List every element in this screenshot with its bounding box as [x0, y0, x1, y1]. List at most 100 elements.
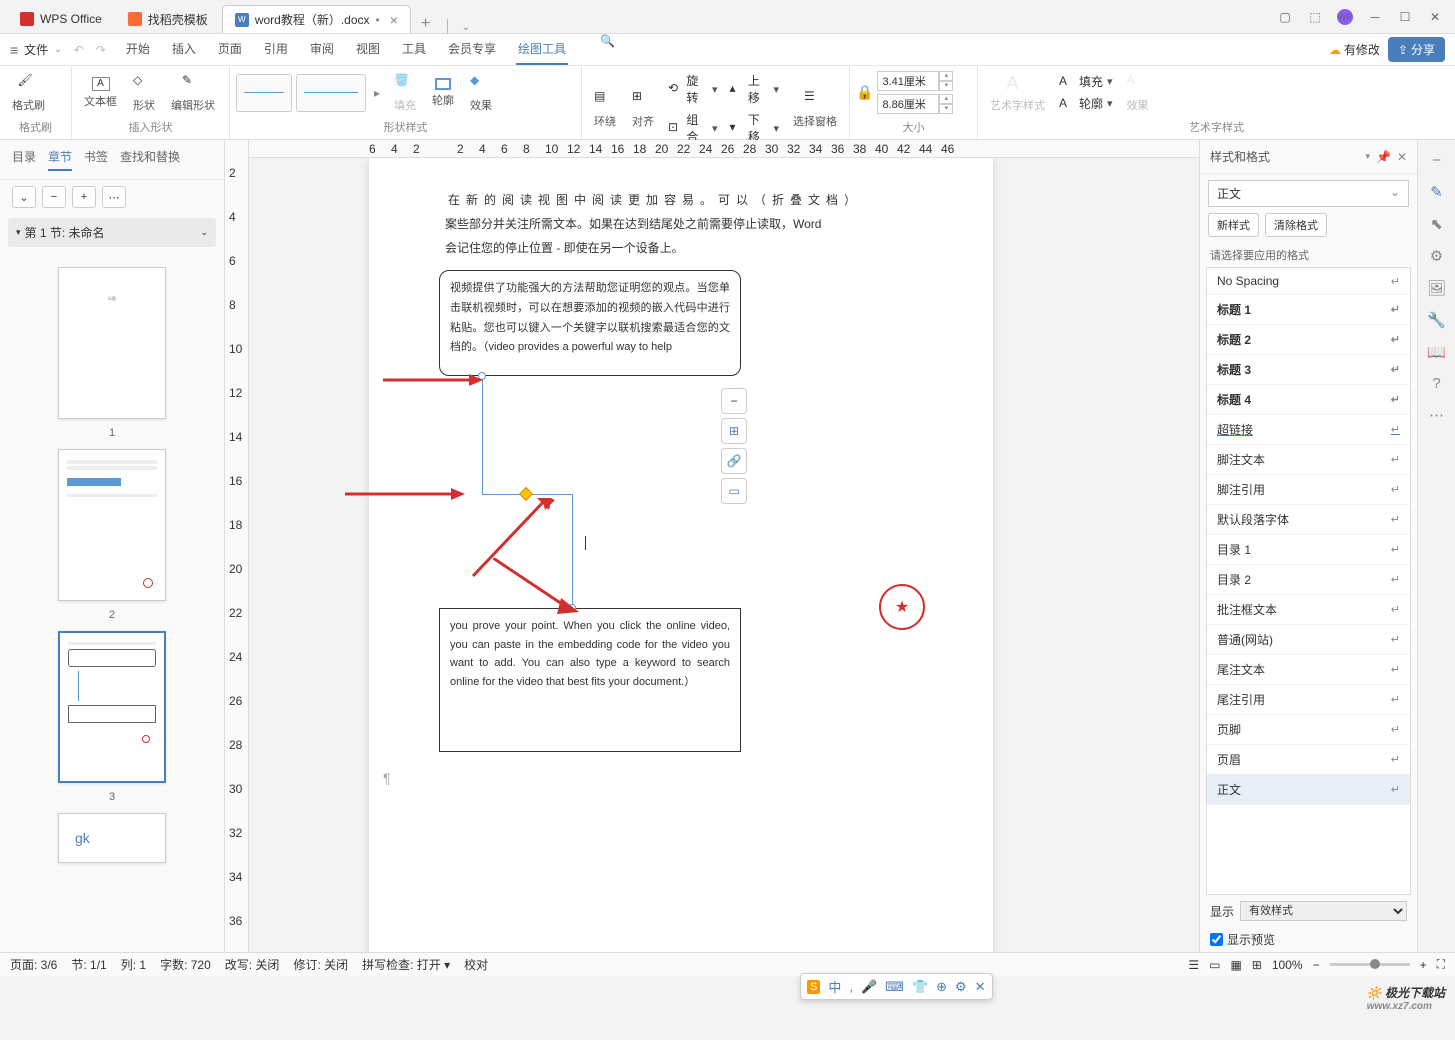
menu-page[interactable]: 页面: [216, 34, 244, 65]
ime-item[interactable]: ⚙: [955, 979, 967, 995]
width-input[interactable]: [877, 71, 939, 91]
add-tab-button[interactable]: +: [413, 15, 438, 33]
style-item[interactable]: 标题 2↵: [1207, 325, 1410, 355]
ime-item[interactable]: ⊕: [936, 979, 947, 995]
status-revision[interactable]: 修订: 关闭: [293, 956, 348, 973]
fullscreen-icon[interactable]: ⛶: [1437, 957, 1445, 972]
style-item[interactable]: 普通(网站)↵: [1207, 625, 1410, 655]
style-item[interactable]: 页眉↵: [1207, 745, 1410, 775]
width-down[interactable]: ▾: [939, 81, 953, 91]
style-item[interactable]: 默认段落字体↵: [1207, 505, 1410, 535]
outline-button[interactable]: 轮廓: [426, 76, 460, 110]
view-mode-1[interactable]: ☰: [1188, 958, 1199, 972]
ime-item[interactable]: ,: [849, 979, 853, 994]
align-button[interactable]: ⊞对齐: [626, 87, 660, 131]
thumbnail-2[interactable]: [58, 449, 166, 601]
menu-start[interactable]: 开始: [124, 34, 152, 65]
pencil-icon[interactable]: ✎: [1430, 183, 1443, 201]
style-item[interactable]: 超链接↵: [1207, 415, 1410, 445]
height-up[interactable]: ▴: [939, 94, 953, 104]
zoom-value[interactable]: 100%: [1272, 958, 1303, 972]
undo-icon[interactable]: ↶: [74, 43, 84, 57]
float-minus[interactable]: −: [721, 388, 747, 414]
show-filter-select[interactable]: 有效样式: [1240, 901, 1407, 921]
art-fill-button[interactable]: A填充 ▾: [1055, 71, 1117, 92]
style-item[interactable]: 标题 1↵: [1207, 295, 1410, 325]
nav-add-button[interactable]: +: [72, 186, 96, 208]
view-mode-2[interactable]: ▭: [1209, 958, 1220, 972]
style-more-icon[interactable]: ▸: [374, 86, 380, 100]
shape-style-preview[interactable]: [236, 74, 292, 112]
width-up[interactable]: ▴: [939, 71, 953, 81]
cube-icon[interactable]: ⬚: [1307, 9, 1323, 25]
thumbnail-1[interactable]: 标题: [58, 267, 166, 419]
style-item[interactable]: 脚注文本↵: [1207, 445, 1410, 475]
style-item[interactable]: 目录 2↵: [1207, 565, 1410, 595]
height-down[interactable]: ▾: [939, 104, 953, 114]
float-layout-icon[interactable]: ⊞: [721, 418, 747, 444]
menu-insert[interactable]: 插入: [170, 34, 198, 65]
close-window-icon[interactable]: ✕: [1427, 9, 1443, 25]
ime-item[interactable]: 🎤: [861, 979, 877, 995]
help-icon[interactable]: ?: [1432, 375, 1440, 392]
box-icon[interactable]: ▢: [1277, 9, 1293, 25]
nav-tab-bookmark[interactable]: 书签: [84, 148, 108, 171]
art-outline-button[interactable]: A轮廓 ▾: [1055, 93, 1117, 114]
select-icon[interactable]: ⬉: [1430, 215, 1443, 233]
modified-badge[interactable]: ☁ 有修改: [1329, 41, 1380, 58]
float-screen-icon[interactable]: ▭: [721, 478, 747, 504]
menu-review[interactable]: 审阅: [308, 34, 336, 65]
user-avatar[interactable]: WP: [1337, 9, 1353, 25]
menu-reference[interactable]: 引用: [262, 34, 290, 65]
wrap-button[interactable]: ▤环绕: [588, 87, 622, 131]
nav-tab-toc[interactable]: 目录: [12, 148, 36, 171]
move-up-button[interactable]: ▴上移 ▾: [726, 70, 784, 108]
rotate-button[interactable]: ⟲旋转 ▾: [664, 70, 722, 108]
menu-tools[interactable]: 工具: [400, 34, 428, 65]
tab-template[interactable]: 找稻壳模板: [116, 5, 220, 33]
nav-tab-chapter[interactable]: 章节: [48, 148, 72, 171]
zoom-out[interactable]: −: [1313, 958, 1320, 972]
select-pane-button[interactable]: ☰选择窗格: [787, 87, 843, 131]
effect-button[interactable]: ◆效果: [464, 71, 498, 115]
clear-format-button[interactable]: 清除格式: [1265, 213, 1327, 237]
tab-dropdown-icon[interactable]: ⌄: [462, 22, 470, 33]
fill-button[interactable]: 🪣填充: [388, 71, 422, 115]
style-item[interactable]: 尾注文本↵: [1207, 655, 1410, 685]
nav-tab-find[interactable]: 查找和替换: [120, 148, 180, 171]
minimize-icon[interactable]: ─: [1367, 9, 1383, 25]
connector-seg1[interactable]: [482, 376, 483, 494]
document-canvas[interactable]: 在新的阅读视图中阅读更加容易。可以（折叠文档） 案些部分并关注所需文本。如果在达…: [249, 158, 1199, 952]
menu-member[interactable]: 会员专享: [446, 34, 498, 65]
thumbnail-3[interactable]: [58, 631, 166, 783]
shape-style-2[interactable]: [296, 74, 366, 112]
hamburger-icon[interactable]: ≡: [10, 42, 18, 58]
nav-more-button[interactable]: ⋯: [102, 186, 126, 208]
search-icon[interactable]: 🔍: [600, 34, 615, 65]
nav-dropdown-button[interactable]: ⌄: [12, 186, 36, 208]
tab-wps-home[interactable]: WPS Office: [8, 5, 114, 33]
style-item[interactable]: 尾注引用↵: [1207, 685, 1410, 715]
lock-icon[interactable]: 🔒: [856, 84, 873, 101]
file-dropdown-icon[interactable]: ⌄: [54, 44, 62, 55]
redo-icon[interactable]: ↷: [96, 43, 106, 57]
nav-remove-button[interactable]: −: [42, 186, 66, 208]
thumbnail-4[interactable]: gk: [58, 813, 166, 863]
status-proof[interactable]: 校对: [464, 956, 488, 973]
edit-shape-button[interactable]: ✎编辑形状: [165, 71, 221, 115]
style-item[interactable]: 批注框文本↵: [1207, 595, 1410, 625]
settings-icon[interactable]: ⚙: [1430, 247, 1443, 265]
view-mode-3[interactable]: ▦: [1230, 958, 1241, 972]
format-painter-button[interactable]: 🖌格式刷: [6, 71, 51, 115]
status-spell[interactable]: 拼写检查: 打开: [362, 958, 441, 972]
status-revise[interactable]: 改写: 关闭: [225, 956, 280, 973]
maximize-icon[interactable]: ☐: [1397, 9, 1413, 25]
float-link-icon[interactable]: 🔗: [721, 448, 747, 474]
ime-item[interactable]: ✕: [975, 979, 986, 995]
close-tab-icon[interactable]: ×: [390, 12, 398, 28]
preview-checkbox[interactable]: [1210, 933, 1223, 946]
zoom-in[interactable]: +: [1420, 958, 1427, 972]
status-words[interactable]: 字数: 720: [160, 956, 211, 973]
style-item[interactable]: No Spacing↵: [1207, 268, 1410, 295]
menu-drawing-tools[interactable]: 绘图工具: [516, 34, 568, 65]
